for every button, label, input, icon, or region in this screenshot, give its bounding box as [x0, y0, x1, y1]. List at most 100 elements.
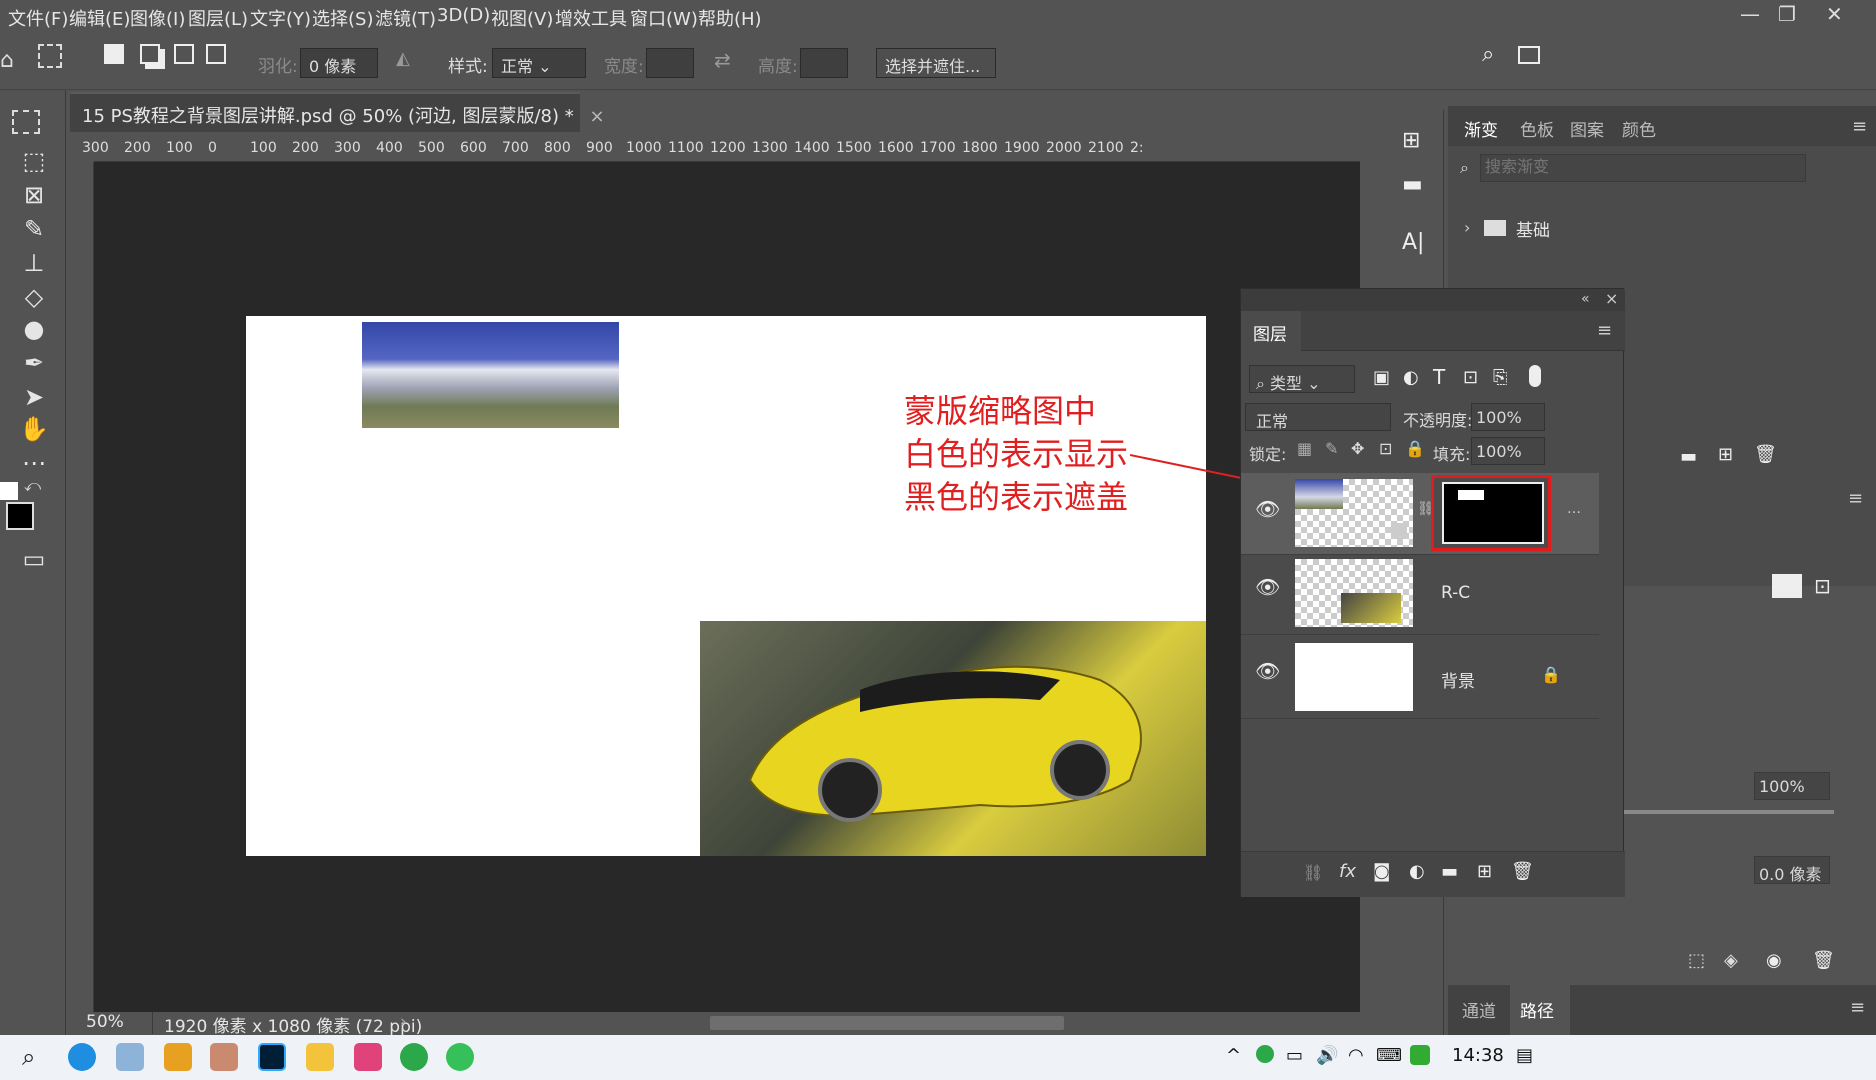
feather-input[interactable]: 0.0 像素	[1754, 856, 1830, 884]
tab-channels[interactable]: 通道	[1462, 997, 1496, 1022]
sogou-icon[interactable]	[1410, 1045, 1430, 1065]
panel-menu-icon[interactable]: ≡	[1852, 116, 1867, 137]
clock[interactable]: 14:38	[1452, 1045, 1504, 1066]
menu-edit[interactable]: 编辑(E)	[69, 5, 130, 31]
intersect-selection-icon[interactable]	[206, 44, 226, 64]
screen-mode-icon[interactable]: ▭	[16, 542, 52, 576]
healing-brush-icon[interactable]: ✎	[16, 212, 52, 246]
select-and-mask-button[interactable]: 选择并遮住...	[876, 48, 996, 78]
more-tools-icon[interactable]: ⋯	[16, 446, 52, 480]
swap-icon[interactable]: ⇄	[714, 48, 731, 72]
swap-colors-icon[interactable]: ⤺	[24, 476, 41, 496]
history-icon[interactable]: ⊞	[1402, 128, 1420, 153]
marquee-tool-icon[interactable]	[12, 110, 40, 134]
more-icon[interactable]: …	[1567, 501, 1581, 517]
menu-select[interactable]: 选择(S)	[312, 5, 373, 31]
density-slider[interactable]	[1620, 810, 1834, 814]
subtract-selection-icon[interactable]	[174, 44, 194, 64]
stamp-icon[interactable]: ⊥	[16, 246, 52, 280]
path-select-icon[interactable]: ➤	[16, 380, 52, 414]
vector-mask-icon[interactable]: ⊡	[1814, 574, 1831, 598]
filter-toggle-icon[interactable]	[1529, 365, 1541, 387]
layer-row-background[interactable]: 👁 背景 🔒	[1241, 637, 1599, 719]
status-chevron-icon[interactable]: ›	[400, 1012, 407, 1032]
zoom-level[interactable]: 50%	[86, 1012, 124, 1032]
file-explorer-icon[interactable]	[306, 1043, 334, 1071]
blend-mode-select[interactable]: 正常	[1245, 403, 1391, 431]
width-input[interactable]	[646, 48, 694, 78]
filter-pixel-icon[interactable]: ▣	[1373, 367, 1390, 388]
tab-paths[interactable]: 路径	[1520, 997, 1554, 1022]
doc-size-info[interactable]: 1920 像素 x 1080 像素 (72 ppi)	[152, 1012, 422, 1037]
character-icon[interactable]: A|	[1402, 230, 1424, 255]
horizontal-scrollbar[interactable]	[710, 1016, 1064, 1030]
fill-input[interactable]: 100%	[1471, 437, 1545, 465]
foreground-color[interactable]	[0, 482, 18, 500]
new-selection-icon[interactable]	[104, 44, 124, 64]
filter-adjust-icon[interactable]: ◐	[1403, 367, 1419, 388]
gradient-folder-basic[interactable]: 基础	[1516, 216, 1550, 241]
style-select[interactable]: 正常 ⌄	[492, 48, 586, 78]
blur-icon[interactable]: ●	[16, 312, 52, 346]
layer-mask-thumbnail[interactable]	[1442, 482, 1544, 544]
media-app-icon[interactable]	[354, 1043, 382, 1071]
visibility-eye-icon[interactable]: 👁	[1255, 659, 1280, 683]
lock-transparent-icon[interactable]: ▦	[1297, 439, 1312, 458]
disable-mask-icon[interactable]: ◉	[1766, 950, 1782, 971]
lock-all-icon[interactable]: 🔒	[1405, 439, 1425, 458]
search-icon[interactable]: ⌕	[22, 1043, 35, 1071]
delete-mask-icon[interactable]: 🗑	[1812, 950, 1835, 971]
wechat-icon[interactable]	[446, 1043, 474, 1071]
apply-mask-icon[interactable]: ◈	[1724, 950, 1738, 971]
menu-window[interactable]: 窗口(W)	[630, 5, 698, 31]
workspace-icon[interactable]	[1518, 46, 1540, 64]
avatar[interactable]	[210, 1043, 238, 1071]
restore-icon[interactable]: ❐	[1778, 2, 1796, 26]
crop-icon[interactable]: ⊠	[16, 178, 52, 212]
background-color[interactable]	[6, 502, 34, 530]
close-tab-icon[interactable]: ×	[590, 106, 605, 127]
anti-alias-icon[interactable]: ◭	[396, 48, 410, 69]
delete-layer-icon[interactable]: 🗑	[1511, 861, 1534, 882]
object-select-icon[interactable]: ⬚	[16, 144, 52, 178]
lock-move-icon[interactable]: ✥	[1351, 439, 1364, 458]
edge-icon[interactable]	[68, 1043, 96, 1071]
tab-gradient[interactable]: 渐变	[1464, 116, 1498, 141]
lock-artboard-icon[interactable]: ⊡	[1379, 439, 1392, 458]
hand-icon[interactable]: ✋	[16, 412, 52, 446]
menu-plugins[interactable]: 增效工具	[555, 5, 627, 31]
battery-icon[interactable]: ▭	[1286, 1045, 1303, 1066]
tab-color[interactable]: 颜色	[1622, 116, 1656, 141]
rect-marquee-icon[interactable]	[38, 44, 62, 68]
delete-gradient-icon[interactable]: 🗑	[1754, 444, 1777, 465]
new-gradient-icon[interactable]: ⊞	[1718, 444, 1733, 465]
menu-layer[interactable]: 图层(L)	[188, 5, 248, 31]
layer-row-riverside[interactable]: 👁 ⛓ …	[1241, 473, 1599, 555]
comment-icon[interactable]: ▬	[1402, 172, 1423, 197]
visibility-eye-icon[interactable]: 👁	[1255, 497, 1280, 521]
filter-shape-icon[interactable]: ⊡	[1463, 367, 1478, 388]
adjustment-layer-icon[interactable]: ◐	[1409, 861, 1425, 882]
photoshop-icon[interactable]	[258, 1043, 286, 1071]
wifi-icon[interactable]: ◠	[1348, 1045, 1364, 1066]
pen-icon[interactable]: ✒	[16, 346, 52, 380]
volume-icon[interactable]: 🔊	[1316, 1045, 1338, 1066]
menu-view[interactable]: 视图(V)	[491, 5, 553, 31]
app-icon[interactable]	[164, 1043, 192, 1071]
feather-input[interactable]: 0 像素	[300, 48, 378, 78]
properties-menu-icon[interactable]: ≡	[1848, 488, 1863, 509]
layer-row-rc[interactable]: 👁 R-C	[1241, 553, 1599, 635]
tab-patterns[interactable]: 图案	[1570, 116, 1604, 141]
browser-icon[interactable]	[400, 1043, 428, 1071]
opacity-input[interactable]: 100%	[1471, 403, 1545, 431]
layer-name[interactable]: R-C	[1441, 583, 1470, 603]
menu-image[interactable]: 图像(I)	[130, 5, 185, 31]
mask-icon[interactable]	[1772, 574, 1802, 598]
eraser-icon[interactable]: ◇	[16, 280, 52, 314]
collapse-panel-icon[interactable]: «	[1581, 291, 1590, 307]
add-selection-icon[interactable]	[140, 44, 160, 64]
height-input[interactable]	[800, 48, 848, 78]
folder-expand-icon[interactable]: ›	[1464, 218, 1470, 237]
new-group-icon[interactable]: ▬	[1680, 446, 1697, 467]
menu-type[interactable]: 文字(Y)	[250, 5, 311, 31]
